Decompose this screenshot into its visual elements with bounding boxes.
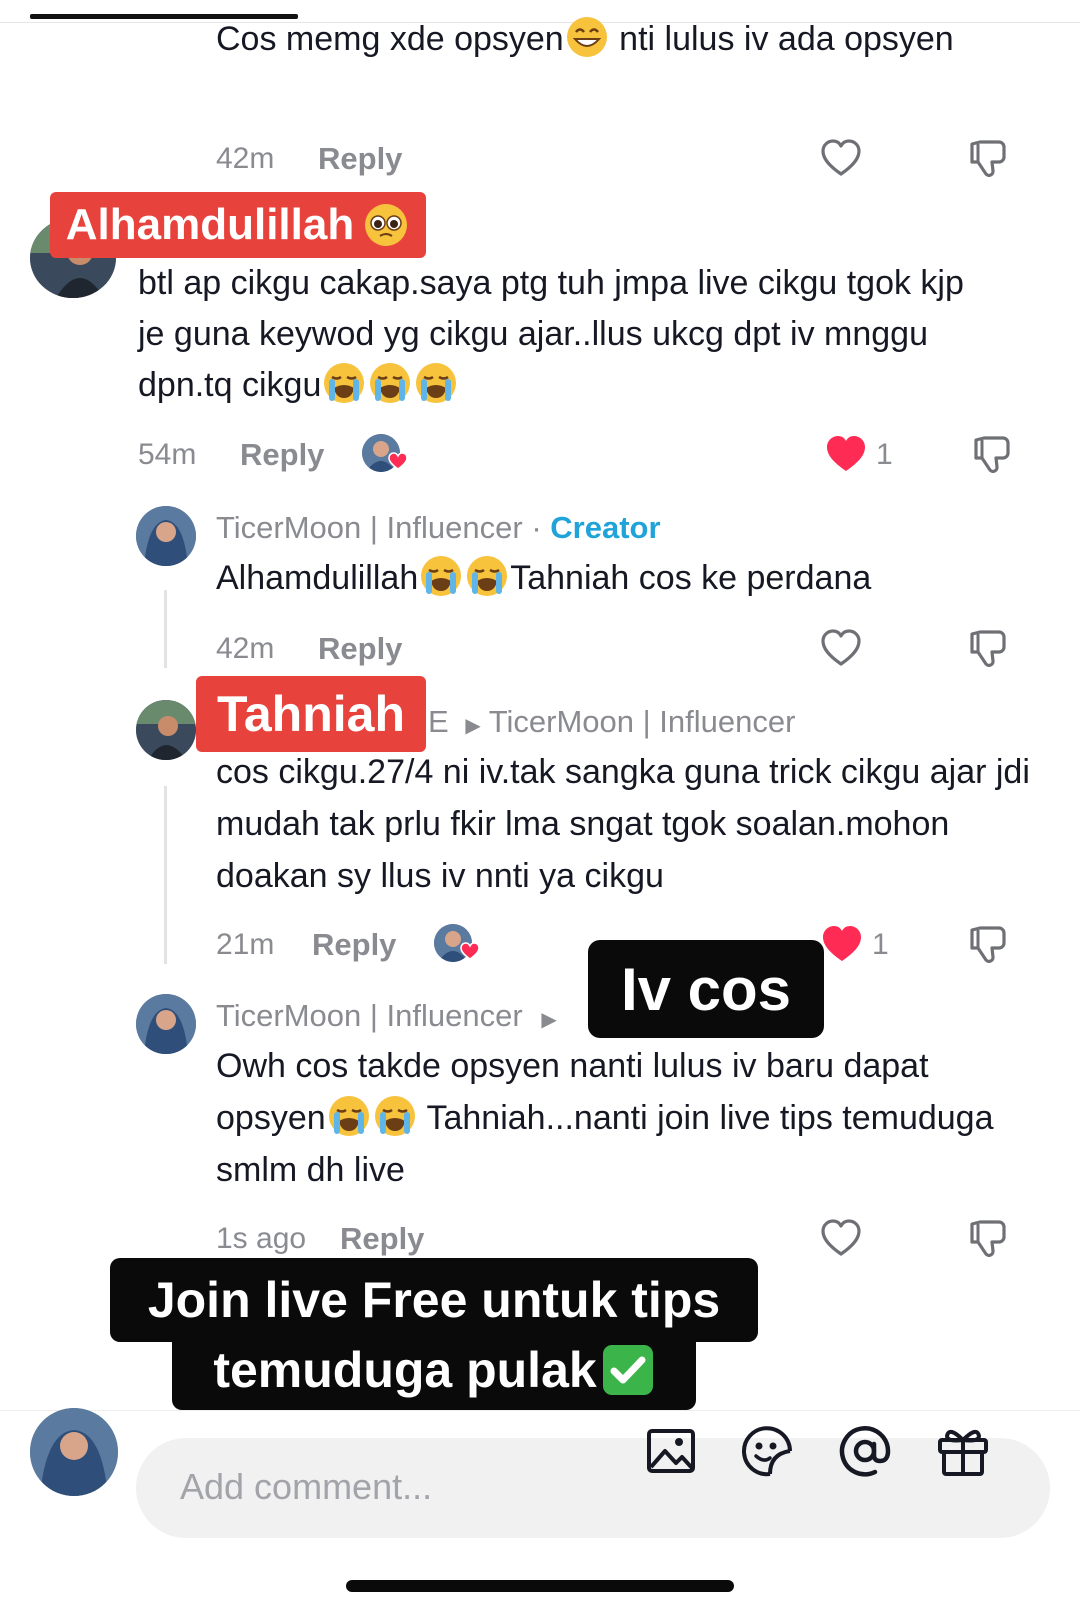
crying-emoji-icon xyxy=(323,362,365,404)
comment-input-placeholder[interactable]: Add comment... xyxy=(180,1466,432,1508)
reply-time: 21m xyxy=(216,928,275,961)
grinning-emoji-icon xyxy=(566,16,608,58)
image-icon[interactable] xyxy=(646,1426,696,1476)
reply-text: Owh cos takde opsyen nanti lulus iv baru… xyxy=(216,1040,996,1196)
crying-emoji-icon xyxy=(466,555,508,597)
username[interactable]: TicerMoon | Influencer xyxy=(216,998,523,1033)
composer-divider xyxy=(0,1410,1080,1411)
comment-text-part: nti lulus iv ada opsyen xyxy=(609,20,954,58)
overlay-label: Tahniah xyxy=(196,676,426,752)
comment-text-part: btl ap cikgu cakap.saya ptg tuh jmpa liv… xyxy=(138,264,964,404)
caret-right-icon: ▶ xyxy=(541,1009,557,1031)
avatar[interactable] xyxy=(136,700,196,760)
emoji-icon[interactable] xyxy=(740,1424,794,1478)
home-indicator xyxy=(346,1580,734,1592)
reply-text-part: Alhamdulillah xyxy=(216,559,419,597)
comment-time: 54m xyxy=(138,438,197,471)
check-mark-icon xyxy=(601,1343,655,1397)
reply-header: TicerMoon | Influencer ▶ xyxy=(216,998,557,1034)
my-avatar[interactable] xyxy=(30,1408,118,1496)
crying-emoji-icon xyxy=(369,362,411,404)
heart-icon[interactable] xyxy=(820,924,864,964)
avatar[interactable] xyxy=(136,994,196,1054)
dislike-icon[interactable] xyxy=(970,434,1012,476)
comment-text: Cos memg xde opsyen nti lulus iv ada ops… xyxy=(216,13,976,65)
creator-badge: Creator xyxy=(550,510,661,545)
overlay-label: Iv cos xyxy=(588,940,824,1038)
small-heart-icon xyxy=(460,942,480,960)
dislike-icon[interactable] xyxy=(966,628,1008,670)
crying-emoji-icon xyxy=(328,1095,370,1137)
mention-icon[interactable] xyxy=(838,1424,892,1478)
caption-line: temuduga pulak xyxy=(172,1330,696,1410)
reply-to-username[interactable]: TicerMoon | Influencer xyxy=(489,704,796,739)
thread-line xyxy=(164,786,167,964)
reply-button[interactable]: Reply xyxy=(318,631,402,667)
dislike-icon[interactable] xyxy=(966,138,1008,180)
caption-text: temuduga pulak xyxy=(213,1342,597,1398)
comment-text-part: Cos memg xde opsyen xyxy=(216,20,564,58)
thread-line xyxy=(164,590,167,668)
username[interactable]: E xyxy=(428,704,449,739)
dislike-icon[interactable] xyxy=(966,924,1008,966)
heart-icon[interactable] xyxy=(824,434,868,474)
separator: · xyxy=(522,510,551,545)
heart-icon[interactable] xyxy=(820,138,862,178)
comment-time: 42m xyxy=(216,142,275,175)
dislike-icon[interactable] xyxy=(966,1218,1008,1260)
reply-header: E ▶ TicerMoon | Influencer xyxy=(428,704,795,740)
reply-time: 1s ago xyxy=(216,1222,307,1255)
avatar[interactable] xyxy=(136,506,196,566)
overlay-label-text: Alhamdulillah xyxy=(65,200,355,249)
small-heart-icon xyxy=(388,452,408,470)
pleading-face-emoji-icon xyxy=(364,203,408,247)
reply-text: Alhamdulillah Tahniah cos ke perdana xyxy=(216,552,1016,605)
reply-button[interactable]: Reply xyxy=(318,141,402,177)
reply-text-part: Tahniah cos ke perdana xyxy=(510,559,872,597)
crying-emoji-icon xyxy=(415,362,457,404)
heart-icon[interactable] xyxy=(820,628,862,668)
like-count: 1 xyxy=(872,928,889,961)
reply-time: 42m xyxy=(216,632,275,665)
heart-icon[interactable] xyxy=(820,1218,862,1258)
gift-icon[interactable] xyxy=(936,1424,990,1478)
like-count: 1 xyxy=(876,438,893,471)
reply-header: TicerMoon | Influencer · Creator xyxy=(216,510,661,546)
caret-right-icon: ▶ xyxy=(465,715,481,737)
reply-button[interactable]: Reply xyxy=(340,1221,424,1257)
reply-button[interactable]: Reply xyxy=(312,927,396,963)
comment-text: btl ap cikgu cakap.saya ptg tuh jmpa liv… xyxy=(138,258,978,411)
reply-text: cos cikgu.27/4 ni iv.tak sangka guna tri… xyxy=(216,753,1030,895)
crying-emoji-icon xyxy=(420,555,462,597)
crying-emoji-icon xyxy=(374,1095,416,1137)
overlay-label: Alhamdulillah xyxy=(50,192,426,258)
reply-button[interactable]: Reply xyxy=(240,437,324,473)
username[interactable]: TicerMoon | Influencer xyxy=(216,510,523,545)
